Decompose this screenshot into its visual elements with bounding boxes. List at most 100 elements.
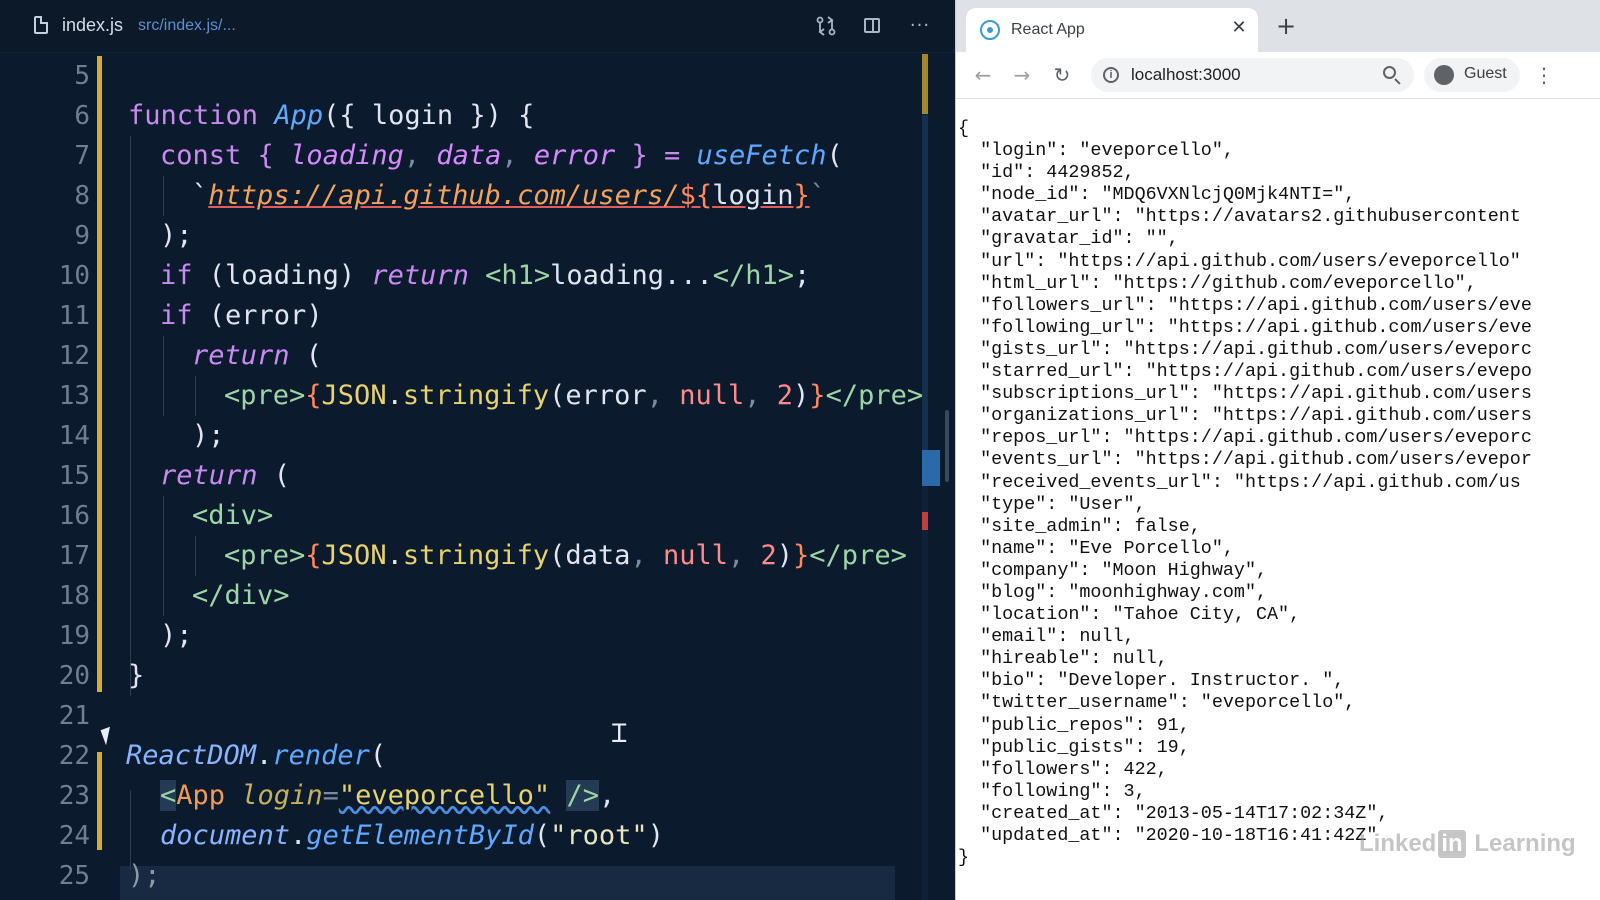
- keyword: if: [160, 260, 209, 291]
- reload-icon[interactable]: ↻: [1049, 62, 1075, 88]
- code-text: (error): [208, 300, 323, 331]
- json-line: "created_at": "2013-05-14T17:02:34Z",: [958, 802, 1389, 824]
- jsx-tag: <pre>: [224, 540, 306, 571]
- browser-window: React App ✕ + ← → ↻ i localhost:3000 Gue…: [955, 0, 1600, 900]
- punctuation: ,: [744, 380, 777, 411]
- punctuation: (: [305, 340, 323, 371]
- code-area[interactable]: function App({ login }) { const { loadin…: [0, 56, 955, 900]
- json-line: "events_url": "https://api.github.com/us…: [958, 449, 1532, 471]
- code-line[interactable]: if (loading) return <h1>loading...</h1>;: [0, 256, 940, 296]
- scrollbar-thumb[interactable]: [922, 115, 928, 485]
- keyword: function: [128, 100, 275, 131]
- jsx-tag: </pre>: [809, 540, 907, 571]
- variable: error: [533, 140, 616, 171]
- line-number: 16: [58, 501, 90, 531]
- jsx-tag: </pre>: [825, 380, 924, 411]
- code-line[interactable]: return (: [0, 456, 940, 496]
- punctuation: .: [290, 820, 307, 851]
- code-line[interactable]: </div>: [0, 576, 940, 616]
- code-line[interactable]: );: [0, 216, 940, 256]
- object-name: JSON: [321, 540, 387, 571]
- punctuation: ): [647, 820, 664, 851]
- json-line: "following_url": "https://api.github.com…: [958, 316, 1532, 338]
- jsx-brace: {: [305, 540, 322, 571]
- json-line: "hireable": null,: [958, 648, 1168, 670]
- punctuation: (: [533, 820, 551, 851]
- line-number: 20: [58, 661, 90, 691]
- jsx-tag: </div>: [192, 580, 290, 611]
- json-line: "company": "Moon Highway",: [958, 559, 1268, 581]
- site-info-icon[interactable]: i: [1103, 67, 1119, 83]
- code-line[interactable]: ReactDOM.render(: [0, 736, 940, 776]
- variable: login: [712, 180, 794, 211]
- punctuation: (: [826, 140, 843, 171]
- code-line[interactable]: return (: [0, 336, 940, 376]
- close-tab-icon[interactable]: ✕: [1228, 17, 1250, 39]
- code-line[interactable]: <App login="eveporcello" />,: [0, 776, 940, 816]
- more-actions-icon[interactable]: ···: [908, 14, 932, 38]
- line-number: 24: [58, 821, 90, 851]
- code-line[interactable]: );: [0, 856, 940, 896]
- template-brace: }: [793, 180, 810, 211]
- keyword: return: [371, 260, 486, 291]
- punctuation: } =: [615, 140, 697, 171]
- json-line: "subscriptions_url": "https://api.github…: [958, 383, 1532, 405]
- jsx-brace: {: [305, 380, 322, 411]
- editor-tab-path[interactable]: src/index.js/...: [138, 17, 236, 35]
- open-changes-icon[interactable]: [814, 14, 838, 38]
- keyword: return: [160, 460, 274, 491]
- jsx-tag: <div>: [192, 500, 274, 531]
- json-output[interactable]: { "login": "eveporcello", "id": 4429852,…: [958, 118, 1598, 898]
- line-number: 15: [58, 461, 90, 491]
- address-bar-url[interactable]: localhost:3000: [1131, 65, 1241, 85]
- split-editor-icon[interactable]: [861, 14, 885, 38]
- line-number: 22: [58, 741, 90, 771]
- file-icon: [34, 16, 48, 34]
- json-line: "id": 4429852,: [958, 162, 1135, 184]
- component-name: App: [176, 780, 242, 811]
- split-sash[interactable]: [945, 410, 949, 482]
- function-name: App: [274, 100, 324, 131]
- method-name: stringify: [402, 380, 550, 411]
- code-line[interactable]: const { loading, data, error } = useFetc…: [0, 136, 940, 176]
- new-tab-button[interactable]: +: [1274, 14, 1298, 38]
- code-line[interactable]: if (error): [0, 296, 940, 336]
- editor-tab-filename[interactable]: index.js: [62, 15, 123, 36]
- code-line[interactable]: <div>: [0, 496, 940, 536]
- punctuation: `: [809, 180, 826, 211]
- code-line[interactable]: );: [0, 616, 940, 656]
- line-number: 11: [58, 301, 90, 331]
- json-line: "organizations_url": "https://api.github…: [958, 405, 1532, 427]
- line-number: 23: [58, 781, 90, 811]
- address-bar[interactable]: i localhost:3000: [1091, 58, 1414, 92]
- code-line[interactable]: <pre>{JSON.stringify(error, null, 2)}</p…: [0, 376, 940, 416]
- json-line: "url": "https://api.github.com/users/eve…: [958, 250, 1521, 272]
- code-line[interactable]: <pre>{JSON.stringify(data, null, 2)}</pr…: [0, 536, 940, 576]
- punctuation: ,: [403, 140, 437, 171]
- code-text: loading...: [550, 260, 713, 291]
- code-line[interactable]: }: [0, 656, 940, 696]
- kebab-menu-icon[interactable]: ⋮: [1534, 62, 1554, 88]
- punctuation: (: [273, 460, 291, 491]
- null-literal: null: [679, 380, 745, 411]
- zoom-icon[interactable]: [1381, 64, 1403, 86]
- code-line[interactable]: `https://api.github.com/users/${login}`: [0, 176, 940, 216]
- back-arrow-icon[interactable]: ←: [970, 62, 996, 88]
- browser-tab[interactable]: React App ✕: [966, 8, 1258, 52]
- json-line: "gravatar_id": "",: [958, 228, 1179, 250]
- code-line[interactable]: function App({ login }) {: [0, 96, 940, 136]
- json-line: "html_url": "https://github.com/eveporce…: [958, 272, 1477, 294]
- watermark-in-logo: in: [1438, 830, 1466, 858]
- jsx-brace: }: [793, 540, 810, 571]
- code-line[interactable]: );: [0, 416, 940, 456]
- punctuation: ): [776, 540, 794, 571]
- profile-button[interactable]: Guest: [1424, 58, 1520, 92]
- code-line[interactable]: document.getElementById("root"): [0, 816, 940, 856]
- json-line: "gists_url": "https://api.github.com/use…: [958, 338, 1532, 360]
- browser-toolbar: ← → ↻ i localhost:3000 Guest ⋮: [956, 52, 1600, 99]
- jsx-tag: <h1>: [485, 260, 551, 291]
- browser-tab-strip: React App ✕ +: [956, 0, 1600, 52]
- overview-selection-marker: [922, 450, 940, 486]
- forward-arrow-icon[interactable]: →: [1009, 62, 1035, 88]
- json-line: "following": 3,: [958, 780, 1146, 802]
